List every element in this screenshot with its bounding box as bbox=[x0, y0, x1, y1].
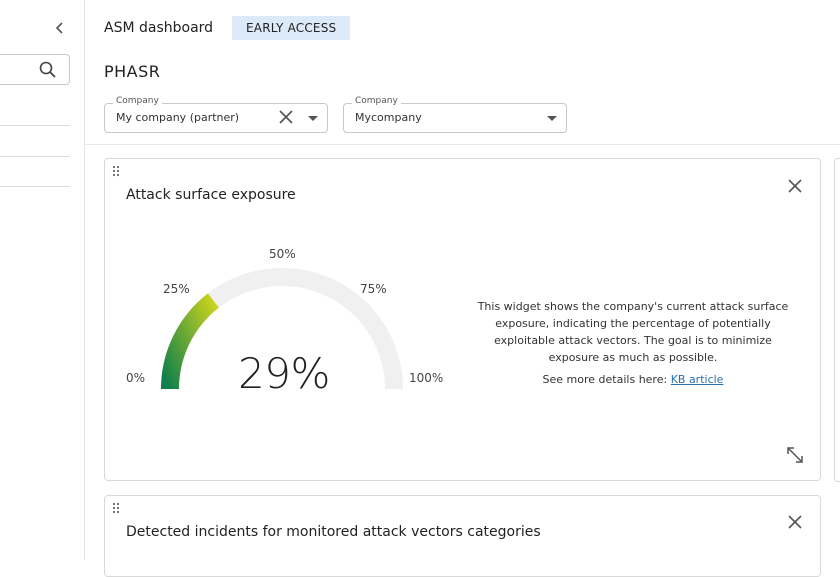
gauge-tick-label: 0% bbox=[126, 371, 146, 385]
sidebar-divider bbox=[0, 156, 70, 157]
gauge-tick-label: 50% bbox=[269, 247, 296, 261]
header-divider bbox=[85, 144, 840, 145]
kb-line: See more details here: KB article bbox=[473, 371, 793, 388]
gauge-tick-label: 100% bbox=[409, 371, 444, 385]
select-label: Company bbox=[113, 96, 162, 106]
select-value: Mycompany bbox=[355, 111, 422, 124]
gauge-tick-label: 25% bbox=[163, 282, 190, 296]
gauge-value: 29% bbox=[238, 349, 330, 398]
widget-title: Detected incidents for monitored attack … bbox=[126, 524, 541, 540]
gauge-tick-label: 75% bbox=[360, 282, 387, 296]
sidebar-search-input[interactable] bbox=[0, 54, 70, 85]
select-label: Company bbox=[352, 96, 401, 106]
kb-prefix: See more details here: bbox=[542, 373, 671, 386]
sidebar bbox=[0, 0, 85, 560]
sidebar-divider bbox=[0, 125, 70, 126]
search-icon[interactable] bbox=[38, 60, 58, 80]
dashboard-title: ASM dashboard bbox=[104, 20, 214, 36]
page-title: PHASR bbox=[104, 62, 161, 81]
company-select[interactable]: Company Mycompany bbox=[343, 96, 567, 133]
company-partner-select[interactable]: Company My company (partner) bbox=[104, 96, 328, 133]
attack-surface-widget: Attack surface exposure 0% 25% 50% 75% 1… bbox=[104, 158, 821, 481]
close-icon[interactable] bbox=[787, 178, 803, 194]
early-access-badge: EARLY ACCESS bbox=[232, 16, 351, 40]
chevron-left-icon bbox=[55, 22, 63, 34]
adjacent-widget bbox=[834, 158, 840, 482]
select-value: My company (partner) bbox=[116, 111, 240, 124]
detected-incidents-widget: Detected incidents for monitored attack … bbox=[104, 495, 821, 577]
widget-description-block: This widget shows the company's current … bbox=[473, 298, 793, 388]
chevron-down-icon[interactable] bbox=[308, 116, 318, 121]
chevron-down-icon[interactable] bbox=[547, 116, 557, 121]
widget-description: This widget shows the company's current … bbox=[477, 300, 789, 364]
kb-article-link[interactable]: KB article bbox=[671, 373, 724, 386]
clear-icon[interactable] bbox=[278, 109, 294, 125]
close-icon[interactable] bbox=[787, 514, 803, 530]
drag-handle-icon[interactable] bbox=[112, 502, 120, 514]
expand-icon[interactable] bbox=[784, 444, 806, 466]
collapse-sidebar-button[interactable] bbox=[52, 18, 68, 38]
gauge-fill bbox=[161, 293, 220, 390]
sidebar-divider bbox=[0, 186, 70, 187]
